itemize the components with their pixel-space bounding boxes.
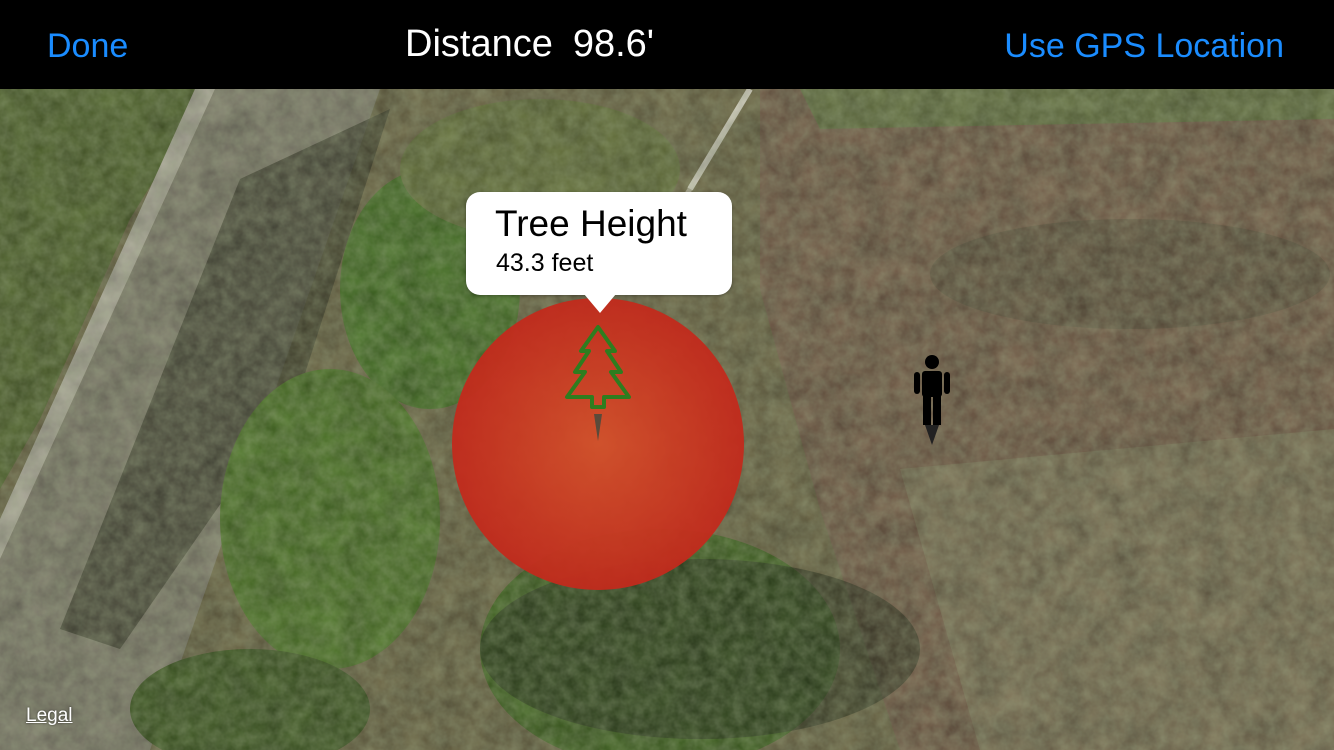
distance-title: Distance 98.6' <box>405 22 654 66</box>
navigation-bar: Done Distance 98.6' Use GPS Location <box>0 0 1334 89</box>
tree-height-callout[interactable]: Tree Height 43.3 feet <box>466 192 732 313</box>
distance-value: 98.6' <box>572 23 655 65</box>
satellite-map[interactable] <box>0 89 1334 750</box>
distance-label: Distance <box>405 23 553 65</box>
use-gps-location-button[interactable]: Use GPS Location <box>1004 26 1284 66</box>
callout-subtitle: 43.3 feet <box>496 249 594 277</box>
callout-title: Tree Height <box>495 203 687 244</box>
tree-radius-circle <box>452 298 744 590</box>
done-button[interactable]: Done <box>47 26 128 66</box>
legal-link[interactable]: Legal <box>26 705 73 727</box>
satellite-imagery <box>0 89 1334 750</box>
